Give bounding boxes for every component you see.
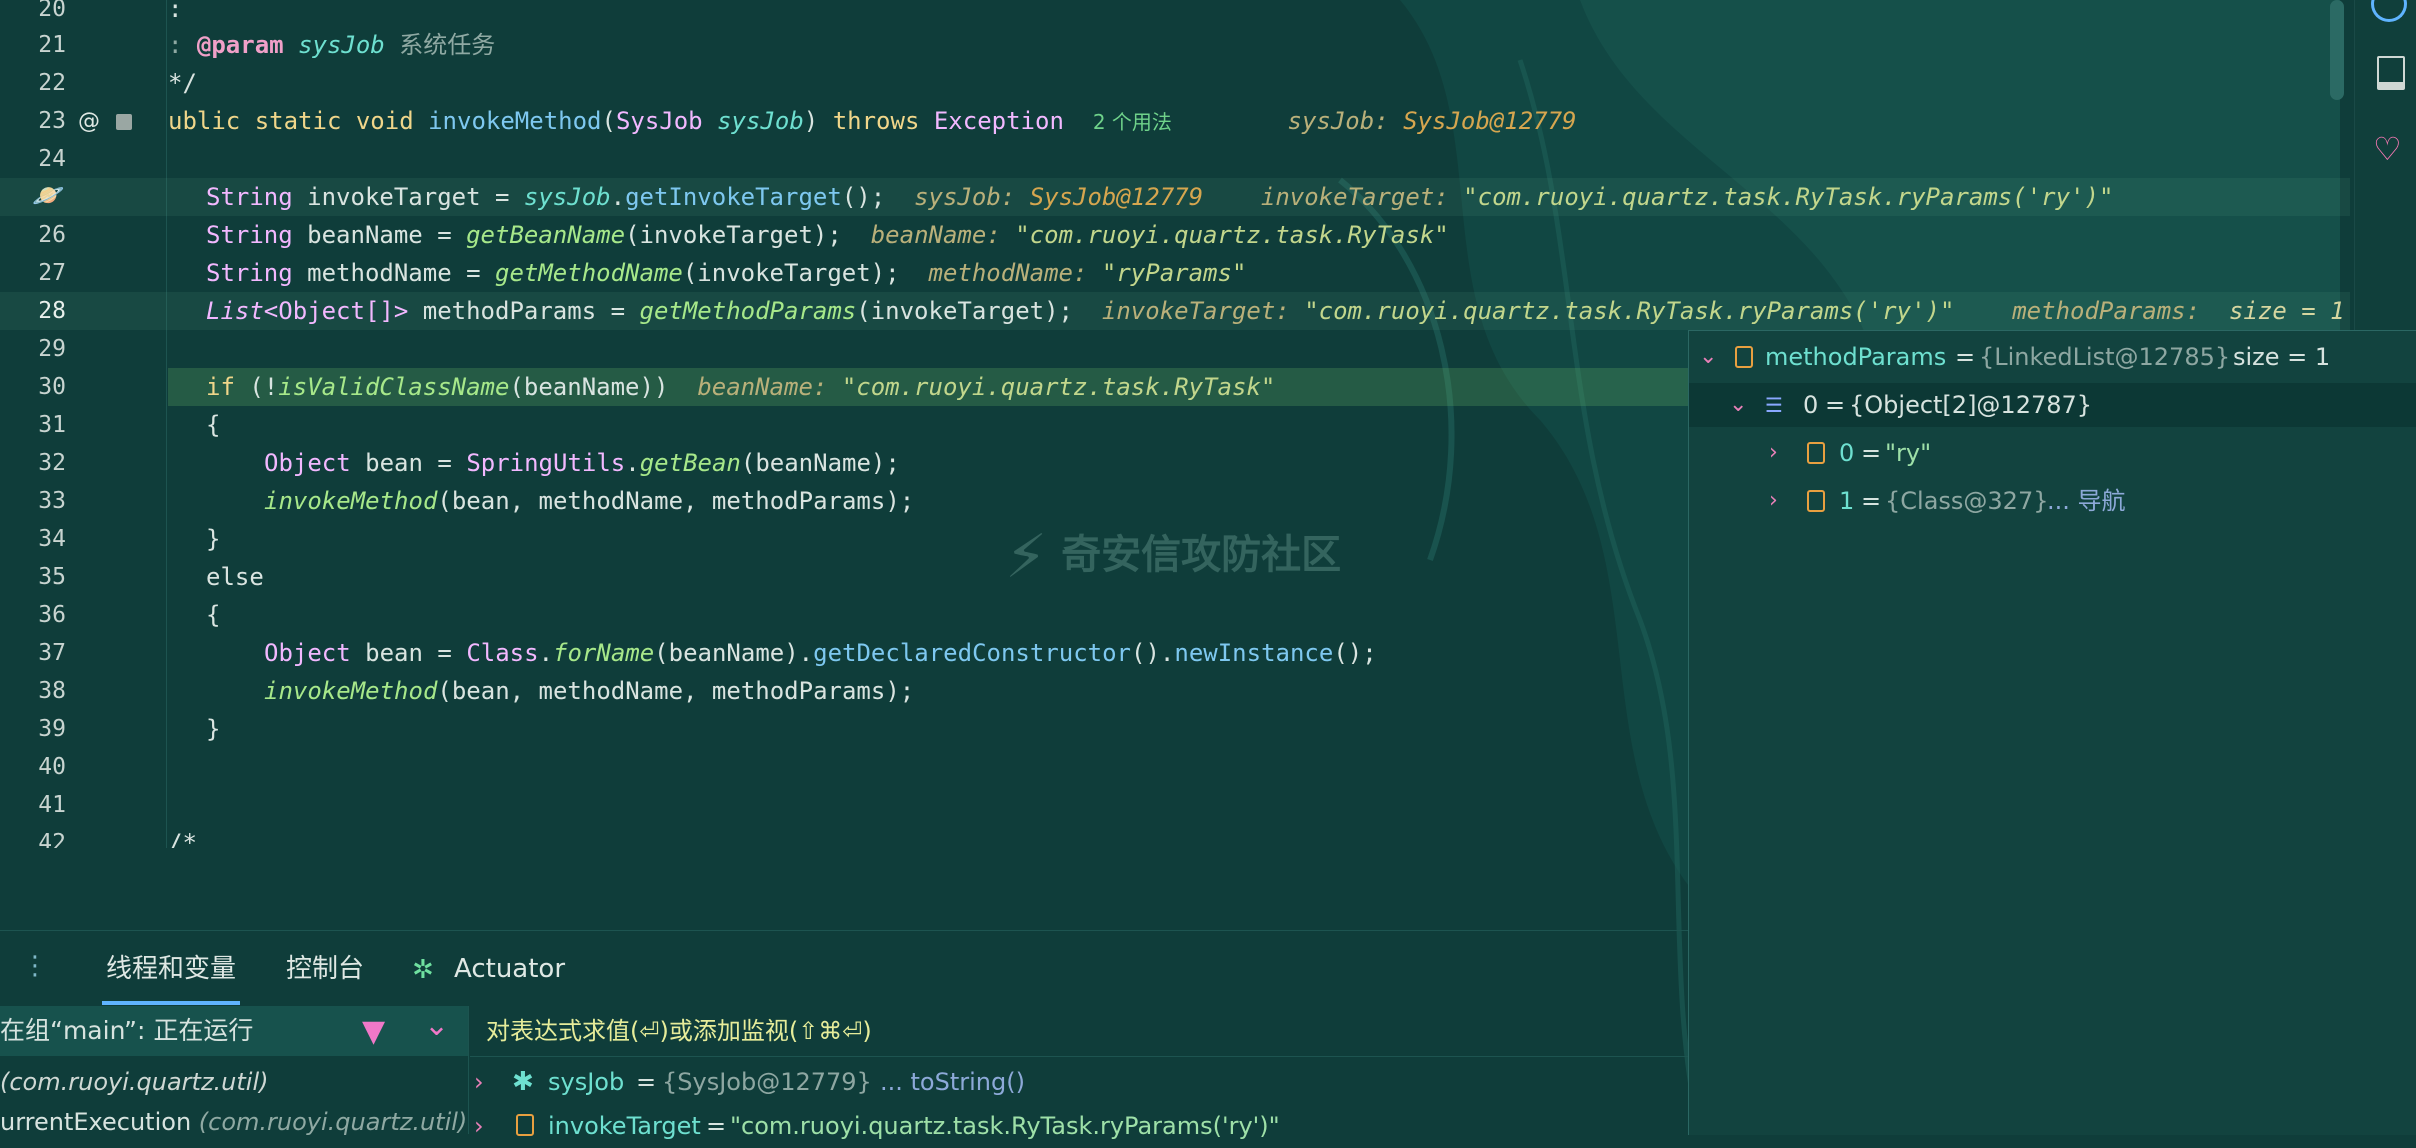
line-number: 37: [38, 640, 66, 666]
thread-selector[interactable]: 在组“main”: 正在运行 ▼ ⌄: [0, 1006, 468, 1056]
chevron-right-icon[interactable]: ›: [1769, 479, 1789, 523]
debug-tabs: ⋮ 线程和变量 控制台 ✲ Actuator: [0, 930, 1688, 1007]
tostring-link[interactable]: ... toString(): [880, 1060, 1025, 1104]
heart-plugin-icon[interactable]: ♡: [2373, 130, 2402, 168]
notification-icon[interactable]: [2371, 0, 2407, 22]
code-line-23[interactable]: 23 @ ublic static void invokeMethod(SysJ…: [0, 102, 2350, 140]
chevron-down-icon[interactable]: ⌄: [1699, 335, 1719, 379]
code-line-27[interactable]: 27 String methodName = getMethodName(inv…: [0, 254, 2350, 292]
javadoc-tag: @param: [196, 31, 284, 59]
code-text: invokeMethod(bean, methodName, methodPar…: [264, 487, 915, 515]
line-number: 21: [38, 32, 66, 58]
code-text: else: [206, 563, 264, 591]
code-line-26[interactable]: 26 String beanName = getBeanName(invokeT…: [0, 216, 2350, 254]
code-text: String invokeTarget = sysJob.getInvokeTa…: [206, 183, 2114, 211]
javadoc-comment: 系统任务: [399, 31, 496, 59]
code-text: String beanName = getBeanName(invokeTarg…: [206, 221, 1449, 249]
object-icon: ✱: [512, 1067, 534, 1097]
line-number: 35: [38, 564, 66, 590]
more-options-icon[interactable]: ⋮: [22, 951, 48, 981]
tree-row-item-1[interactable]: › 1 = {Class@327} ... 导航: [1689, 479, 2416, 523]
evaluate-expression-input[interactable]: 对表达式求值(⏎)或添加监视(⇧⌘⏎): [470, 1006, 1688, 1057]
variables-pane[interactable]: 对表达式求值(⏎)或添加监视(⇧⌘⏎) › ✱ sysJob = {SysJob…: [470, 1006, 1688, 1140]
line-number: 42: [38, 830, 66, 848]
code-text: {: [206, 411, 221, 439]
line-number: 26: [38, 222, 66, 248]
tree-row-child-0[interactable]: ⌄ ☰ 0 = {Object[2]@12787}: [1689, 383, 2416, 427]
field-icon: [1807, 490, 1825, 512]
breakpoint-planet-icon[interactable]: 🪐: [32, 183, 64, 209]
code-text: ublic static void invokeMethod(SysJob sy…: [168, 107, 1577, 135]
tab-threads-variables[interactable]: 线程和变量: [101, 949, 241, 1005]
line-number: 34: [38, 526, 66, 552]
code-text: :: [168, 0, 183, 23]
line-number: 28: [38, 298, 66, 324]
line-number: 41: [38, 792, 66, 818]
code-text: List<Object[]> methodParams = getMethodP…: [206, 297, 2345, 325]
override-at-icon[interactable]: @: [78, 111, 100, 133]
watermark: ⚡ 奇安信攻防社区: [1005, 522, 1342, 592]
code-text: invokeMethod(bean, methodName, methodPar…: [264, 677, 915, 705]
code-text: */: [168, 69, 197, 97]
threads-frames-pane[interactable]: 在组“main”: 正在运行 ▼ ⌄ (com.ruoyi.quartz.uti…: [0, 1006, 469, 1136]
code-line-21[interactable]: 21 : @param sysJob 系统任务: [0, 26, 2350, 64]
javadoc-param: sysJob: [298, 31, 385, 59]
usages-hint[interactable]: 2 个用法: [1093, 110, 1172, 134]
tree-row-methodParams[interactable]: ⌄ methodParams = {LinkedList@12785} size…: [1689, 335, 2416, 379]
code-text: String methodName = getMethodName(invoke…: [206, 259, 1247, 287]
line-number: 33: [38, 488, 66, 514]
line-number: 27: [38, 260, 66, 286]
code-text: if (!isValidClassName(beanName)) beanNam…: [206, 373, 1276, 401]
code-text: /*: [168, 829, 197, 848]
line-number: 24: [38, 146, 66, 172]
line-number: 31: [38, 412, 66, 438]
filter-icon[interactable]: ▼: [362, 1014, 385, 1049]
code-text: }: [206, 715, 221, 743]
inline-value-hint: SysJob@12779: [1403, 107, 1577, 135]
stack-frame[interactable]: urrentExecution (com.ruoyi.quartz.util): [0, 1102, 467, 1142]
line-number: 39: [38, 716, 66, 742]
line-number: 22: [38, 70, 66, 96]
watermark-bolt-icon: ⚡: [1005, 522, 1048, 592]
chevron-down-icon[interactable]: ⌄: [424, 1008, 449, 1043]
stack-frame[interactable]: (com.ruoyi.quartz.util): [0, 1062, 269, 1102]
code-line-22[interactable]: 22 */: [0, 64, 2350, 102]
field-icon: [1735, 346, 1753, 368]
tab-console[interactable]: 控制台: [286, 949, 364, 989]
code-line-28[interactable]: 28 List<Object[]> methodParams = getMeth…: [0, 292, 2350, 330]
database-icon[interactable]: [2377, 56, 2405, 90]
navigate-link[interactable]: ... 导航: [2047, 479, 2126, 523]
code-line-25[interactable]: 🪐 String invokeTarget = sysJob.getInvoke…: [0, 178, 2350, 216]
array-icon: ☰: [1765, 393, 1783, 417]
debug-panel: ⋮ 线程和变量 控制台 ✲ Actuator 在组“main”: 正在运行 ▼ …: [0, 930, 1688, 1140]
chevron-right-icon[interactable]: ›: [474, 1060, 484, 1104]
chevron-right-icon[interactable]: ›: [474, 1104, 484, 1148]
code-text: Object bean = Class.forName(beanName).ge…: [264, 639, 1377, 667]
line-number: 30: [38, 374, 66, 400]
code-text: : @param sysJob 系统任务: [168, 31, 496, 59]
code-text: }: [206, 525, 221, 553]
line-number: 23: [38, 108, 66, 134]
code-text: Object bean = SpringUtils.getBean(beanNa…: [264, 449, 900, 477]
bookmark-icon[interactable]: [116, 114, 132, 130]
line-number: 38: [38, 678, 66, 704]
chevron-down-icon[interactable]: ⌄: [1729, 383, 1749, 427]
chevron-right-icon[interactable]: ›: [1769, 431, 1789, 475]
code-line-20[interactable]: 20 :: [0, 0, 2350, 28]
tree-row-item-0[interactable]: › 0 = "ry": [1689, 431, 2416, 475]
code-line-24[interactable]: 24: [0, 140, 2350, 178]
line-number: 32: [38, 450, 66, 476]
code-text: {: [206, 601, 221, 629]
variable-inspector-popup[interactable]: ⌄ methodParams = {LinkedList@12785} size…: [1688, 330, 2416, 1135]
field-icon: [516, 1114, 534, 1136]
tab-actuator[interactable]: Actuator: [454, 949, 565, 989]
actuator-icon: ✲: [412, 955, 434, 985]
line-number: 36: [38, 602, 66, 628]
field-icon: [1807, 442, 1825, 464]
line-number: 29: [38, 336, 66, 362]
line-number: 20: [38, 0, 66, 22]
line-number: 40: [38, 754, 66, 780]
